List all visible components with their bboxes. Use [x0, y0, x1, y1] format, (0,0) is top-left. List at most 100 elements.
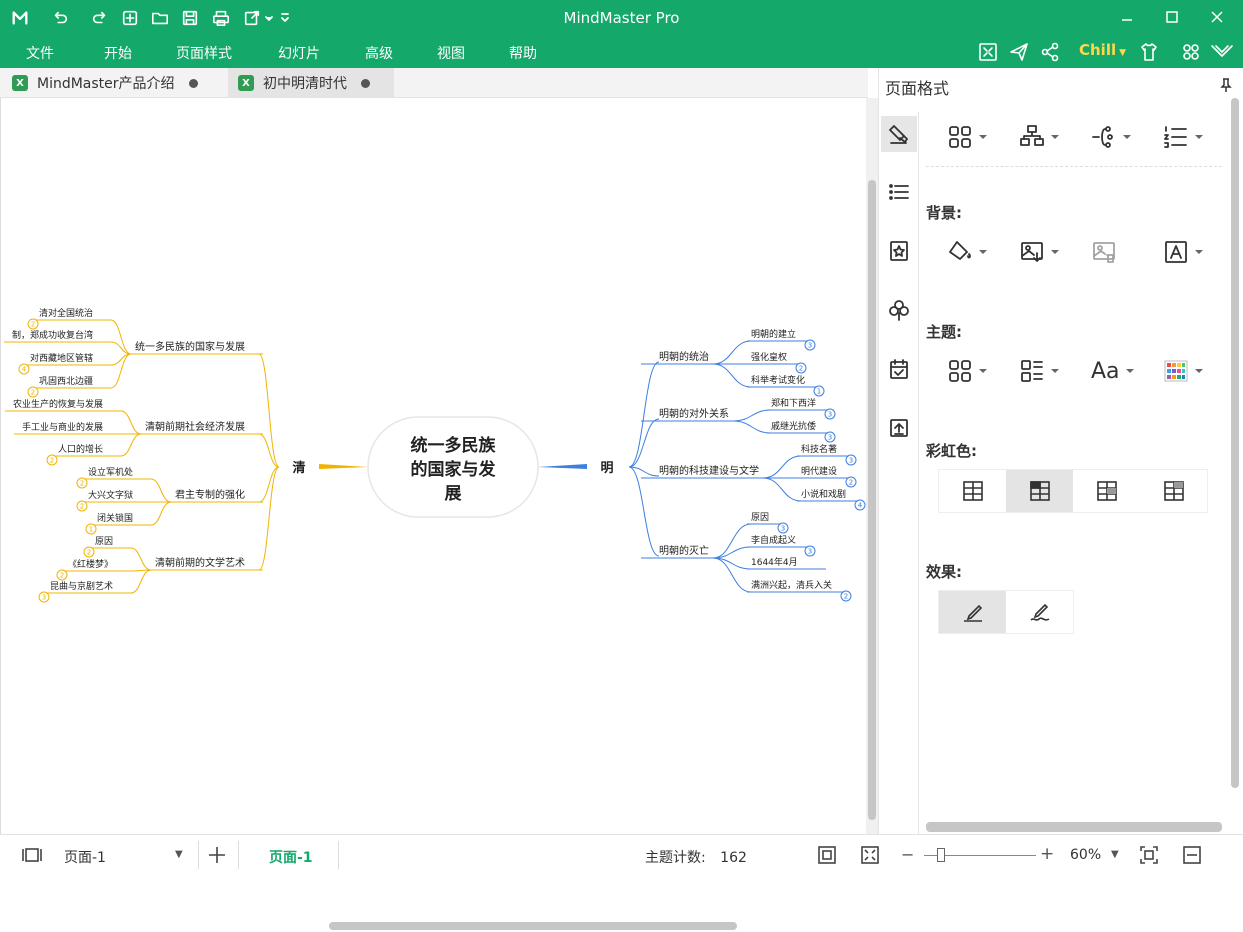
page-tab-active[interactable]: 页面-1: [269, 847, 313, 867]
fill-color-tool[interactable]: [947, 237, 997, 267]
rainbow-option-2[interactable]: [1006, 470, 1073, 512]
qing-subtopic[interactable]: 《红楼梦》: [68, 558, 113, 570]
ming-subtopic[interactable]: 1644年4月: [751, 556, 798, 568]
ming-subtopic[interactable]: 李自成起义: [751, 534, 796, 546]
rainbow-option-3[interactable]: [1073, 470, 1140, 512]
zoom-slider-knob[interactable]: [937, 848, 945, 862]
unsaved-dot-icon[interactable]: [188, 78, 198, 88]
menu-help[interactable]: 帮助: [509, 43, 537, 63]
scroll-thumb[interactable]: [1231, 98, 1239, 788]
menu-file[interactable]: 文件: [26, 43, 54, 63]
theme-layout-tool[interactable]: [947, 356, 997, 386]
mindmap-canvas[interactable]: 统一多民族 的国家与发展清明明朝的统治 明朝的建立 3 强化皇权 2 科举考试变化 1 明朝的对…: [0, 98, 866, 930]
ming-subtopic[interactable]: 科技名著: [801, 443, 837, 455]
redo-icon[interactable]: [90, 8, 110, 28]
share-icon[interactable]: [1040, 42, 1060, 62]
qing-subtopic[interactable]: 制，郑成功收复台湾: [12, 329, 93, 341]
task-icon[interactable]: [881, 351, 917, 387]
central-topic-text[interactable]: 的国家与发: [411, 459, 497, 480]
maximize-button[interactable]: [1160, 6, 1184, 28]
qing-subtopic[interactable]: 闭关锁国: [97, 512, 133, 524]
undo-icon[interactable]: [50, 8, 70, 28]
color-palette-tool[interactable]: [1163, 356, 1213, 386]
ming-topic[interactable]: 明朝的对外关系: [659, 407, 729, 420]
tab-mindmaster-intro[interactable]: X MindMaster产品介绍: [0, 68, 228, 98]
pen-effect-option[interactable]: [939, 591, 1006, 633]
qing-subtopic[interactable]: 大兴文字狱: [88, 489, 133, 501]
layout-tool[interactable]: [947, 122, 997, 152]
minimize-button[interactable]: [1115, 6, 1139, 28]
canvas-horizontal-scrollbar[interactable]: [1, 920, 867, 932]
menu-advanced[interactable]: 高级: [365, 43, 393, 63]
numbering-tool[interactable]: [1163, 122, 1213, 152]
export-dropdown-icon[interactable]: [264, 8, 274, 28]
theme-name[interactable]: Chill ▼: [1079, 41, 1126, 59]
central-topic-text[interactable]: 展: [445, 484, 462, 504]
scroll-thumb[interactable]: [868, 180, 876, 820]
clipart-icon[interactable]: [881, 292, 917, 328]
open-folder-icon[interactable]: [150, 8, 170, 28]
watermark-tool[interactable]: [1163, 237, 1213, 267]
unsaved-dot-icon[interactable]: [361, 78, 370, 88]
ming-subtopic[interactable]: 明朝的建立: [751, 328, 796, 340]
page-select[interactable]: 页面-1: [64, 847, 106, 867]
page-format-icon[interactable]: [881, 116, 917, 152]
ming-topic[interactable]: 明朝的统治: [659, 350, 709, 363]
apps-icon[interactable]: [1181, 42, 1201, 62]
shirt-icon[interactable]: [1139, 42, 1159, 62]
connector-tool[interactable]: [1091, 122, 1141, 152]
ming-subtopic[interactable]: 小说和戏剧: [801, 488, 846, 500]
zoom-level[interactable]: 60%: [1070, 847, 1101, 863]
mindmaster-logo-icon[interactable]: [10, 8, 30, 28]
qing-topic[interactable]: 统一多民族的国家与发展: [135, 340, 245, 353]
ming-subtopic[interactable]: 郑和下西洋: [771, 397, 816, 409]
zoom-in-icon[interactable]: +: [1040, 844, 1054, 864]
menu-page-style[interactable]: 页面样式: [176, 43, 232, 63]
rainbow-option-1[interactable]: [939, 470, 1006, 512]
ming-subtopic[interactable]: 原因: [751, 512, 769, 523]
mark-icon[interactable]: [881, 233, 917, 269]
panel-vertical-scrollbar[interactable]: [1230, 98, 1240, 788]
close-button[interactable]: [1205, 6, 1229, 28]
collapse-ribbon-icon[interactable]: [1210, 42, 1234, 62]
central-topic-text[interactable]: 统一多民族: [411, 435, 497, 456]
fit-screen-icon[interactable]: [978, 42, 998, 62]
zoom-out-icon[interactable]: −: [901, 845, 914, 864]
handdrawn-effect-option[interactable]: [1006, 591, 1073, 633]
qing-subtopic[interactable]: 原因: [95, 536, 113, 547]
ming-subtopic[interactable]: 满洲兴起，清兵入关: [751, 579, 832, 591]
branch-qing[interactable]: 清: [292, 460, 305, 476]
zoom-dropdown-icon[interactable]: ▼: [1111, 849, 1119, 860]
canvas-vertical-scrollbar[interactable]: [866, 98, 878, 834]
qing-subtopic[interactable]: 农业生产的恢复与发展: [13, 398, 103, 410]
remove-image-tool[interactable]: [1091, 237, 1141, 267]
export-icon[interactable]: [242, 8, 262, 28]
ming-subtopic[interactable]: 科举考试变化: [751, 374, 805, 386]
qing-subtopic[interactable]: 对西藏地区管辖: [30, 352, 93, 364]
fit-width-icon[interactable]: [1139, 845, 1159, 869]
scroll-thumb[interactable]: [329, 922, 737, 930]
fullscreen-icon[interactable]: [860, 845, 880, 869]
qing-subtopic[interactable]: 昆曲与京剧艺术: [50, 580, 113, 592]
tab-ming-qing[interactable]: X 初中明清时代: [228, 68, 394, 98]
print-icon[interactable]: [211, 8, 231, 28]
qing-subtopic[interactable]: 人口的增长: [58, 443, 103, 455]
qing-subtopic[interactable]: 清对全国统治: [39, 307, 93, 319]
hide-panel-icon[interactable]: [1182, 845, 1202, 869]
ming-subtopic[interactable]: 强化皇权: [751, 351, 787, 363]
qing-subtopic[interactable]: 设立军机处: [88, 466, 133, 478]
page-list-icon[interactable]: [22, 845, 42, 869]
insert-image-tool[interactable]: [1019, 237, 1069, 267]
fit-page-icon[interactable]: [817, 845, 837, 869]
ming-topic[interactable]: 明朝的科技建设与文学: [659, 464, 759, 477]
outline-list-icon[interactable]: [881, 174, 917, 210]
qing-subtopic[interactable]: 巩固西北边疆: [39, 376, 93, 387]
branch-ming[interactable]: 明: [600, 461, 613, 476]
add-page-icon[interactable]: [207, 845, 227, 869]
menu-slides[interactable]: 幻灯片: [278, 43, 320, 63]
qing-topic[interactable]: 清朝前期社会经济发展: [145, 420, 245, 433]
save-icon[interactable]: [180, 8, 200, 28]
send-icon[interactable]: [1009, 42, 1029, 62]
qing-topic[interactable]: 清朝前期的文学艺术: [155, 556, 245, 569]
new-file-icon[interactable]: [120, 8, 140, 28]
